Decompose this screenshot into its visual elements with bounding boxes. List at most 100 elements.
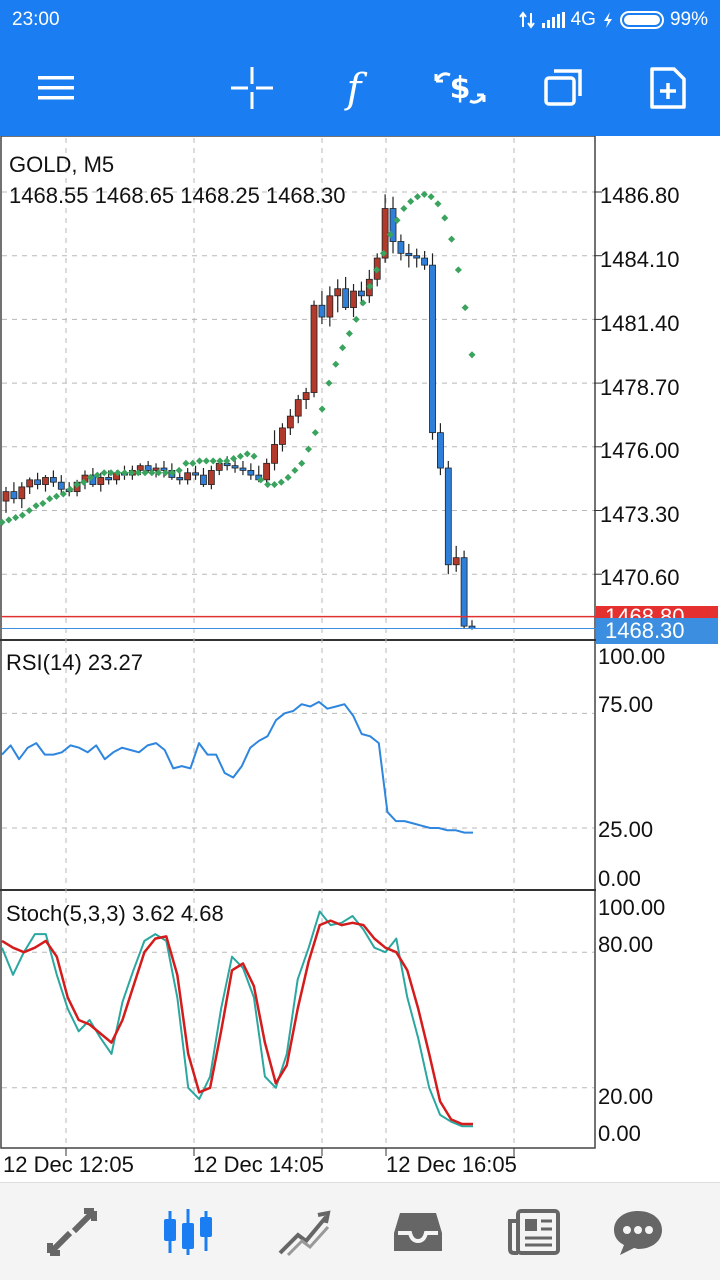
candle-body <box>18 486 26 500</box>
crosshair-button[interactable] <box>212 40 292 136</box>
candle-body <box>310 304 318 393</box>
candle-body <box>215 462 223 471</box>
stoch-level: 100.00 <box>598 895 665 920</box>
price-tick: 1470.60 <box>600 565 680 590</box>
candle-body <box>302 392 310 401</box>
status-icons: 4G 99% <box>518 9 708 31</box>
battery-level: 99% <box>669 9 708 30</box>
nav-charts[interactable] <box>138 1183 238 1280</box>
chart-frame <box>0 136 596 1149</box>
menu-button[interactable] <box>16 40 96 136</box>
stoch-level: 20.00 <box>598 1084 653 1109</box>
candle-body <box>10 491 18 500</box>
candle-body <box>342 288 350 309</box>
rsi-level: 100.00 <box>598 644 665 669</box>
candle-body <box>286 415 294 429</box>
candle-body <box>192 472 199 476</box>
candle-body <box>358 290 365 297</box>
nav-quotes[interactable] <box>22 1183 122 1280</box>
indicators-button[interactable]: f <box>314 40 394 136</box>
time-tick: 12 Dec 16:05 <box>386 1152 517 1177</box>
status-time: 23:00 <box>12 9 60 30</box>
candle-body <box>231 465 239 469</box>
stoch-level: 0.00 <box>598 1121 641 1146</box>
ohlc-label: 1468.55 1468.65 1468.25 1468.30 <box>9 183 345 208</box>
candle-body <box>444 467 452 566</box>
candle-body <box>34 479 41 485</box>
svg-text:$: $ <box>450 71 471 106</box>
inbox-icon <box>394 1213 442 1251</box>
candle-body <box>421 257 429 266</box>
rsi-level: 0.00 <box>598 866 641 891</box>
charging-icon <box>603 12 612 28</box>
candlestick-icon <box>164 1209 212 1255</box>
window-stack-icon <box>544 69 582 106</box>
chat-bubble-icon <box>614 1211 662 1255</box>
candle-body <box>207 469 215 485</box>
candle-body <box>144 465 152 471</box>
candle-body <box>452 557 460 566</box>
candle-body <box>460 557 468 627</box>
new-order-button[interactable] <box>628 40 708 136</box>
candle-body <box>184 472 192 481</box>
price-tick: 1486.80 <box>600 183 680 208</box>
candle-body <box>350 290 357 309</box>
signal-icon <box>541 12 565 28</box>
trade-trend-icon <box>278 1210 331 1257</box>
document-add-icon <box>650 67 686 109</box>
price-axis: 1486.80 1484.10 1481.40 1478.70 1476.00 … <box>600 183 680 590</box>
candle-body <box>405 252 413 257</box>
chart-area[interactable]: GOLD, M5 1468.55 1468.65 1468.25 1468.30… <box>0 136 720 1182</box>
candle-body <box>2 491 10 502</box>
candle-body <box>279 427 286 445</box>
symbol-label: GOLD, M5 <box>9 152 114 177</box>
candle-body <box>200 474 207 485</box>
price-tick: 1484.10 <box>600 247 680 272</box>
stoch-label: Stoch(5,3,3) 3.62 4.68 <box>6 901 224 926</box>
candle-body <box>318 304 326 318</box>
crosshair-icon <box>231 67 273 109</box>
nav-trade[interactable] <box>254 1183 354 1280</box>
network-type: 4G <box>570 9 596 30</box>
function-icon: f <box>344 66 368 111</box>
nav-news[interactable] <box>484 1183 584 1280</box>
candle-body <box>57 481 65 490</box>
nav-messages[interactable] <box>588 1183 688 1280</box>
nav-history[interactable] <box>368 1183 468 1280</box>
price-tick: 1481.40 <box>600 311 680 336</box>
candle-body <box>176 477 184 481</box>
price-tick: 1478.70 <box>600 375 680 400</box>
candle-body <box>97 477 105 485</box>
rsi-level: 75.00 <box>598 692 653 717</box>
rsi-label: RSI(14) 23.27 <box>6 650 143 675</box>
candle-body <box>263 462 271 481</box>
trade-button[interactable]: $ <box>420 40 500 136</box>
last-price-label: 1468.30 <box>605 618 685 643</box>
chart-canvas[interactable]: GOLD, M5 1468.55 1468.65 1468.25 1468.30… <box>0 136 720 1182</box>
candle-body <box>49 477 57 483</box>
newspaper-icon <box>508 1209 560 1255</box>
candle-body <box>105 477 113 481</box>
candle-body <box>42 477 49 485</box>
price-tick: 1473.30 <box>600 502 680 527</box>
svg-text:f: f <box>344 66 368 111</box>
candle-body <box>397 241 405 254</box>
candle-body <box>26 479 34 488</box>
trade-dollar-icon: $ <box>434 71 486 106</box>
windows-button[interactable] <box>524 40 604 136</box>
candle-body <box>326 295 334 318</box>
time-tick: 12 Dec 12:05 <box>3 1152 134 1177</box>
candle-body <box>334 288 342 297</box>
candle-body <box>271 444 278 464</box>
hamburger-menu-icon <box>38 76 74 100</box>
candle-body <box>437 432 444 469</box>
candle-body <box>413 255 421 259</box>
candle-body <box>247 469 255 476</box>
chart-toolbar: f $ <box>0 40 720 136</box>
candle-body <box>429 264 436 434</box>
data-transfer-icon <box>518 11 535 29</box>
bottom-navigation <box>0 1182 720 1280</box>
battery-icon <box>619 11 664 29</box>
candle-body <box>239 467 247 471</box>
price-tick: 1476.00 <box>600 438 680 463</box>
